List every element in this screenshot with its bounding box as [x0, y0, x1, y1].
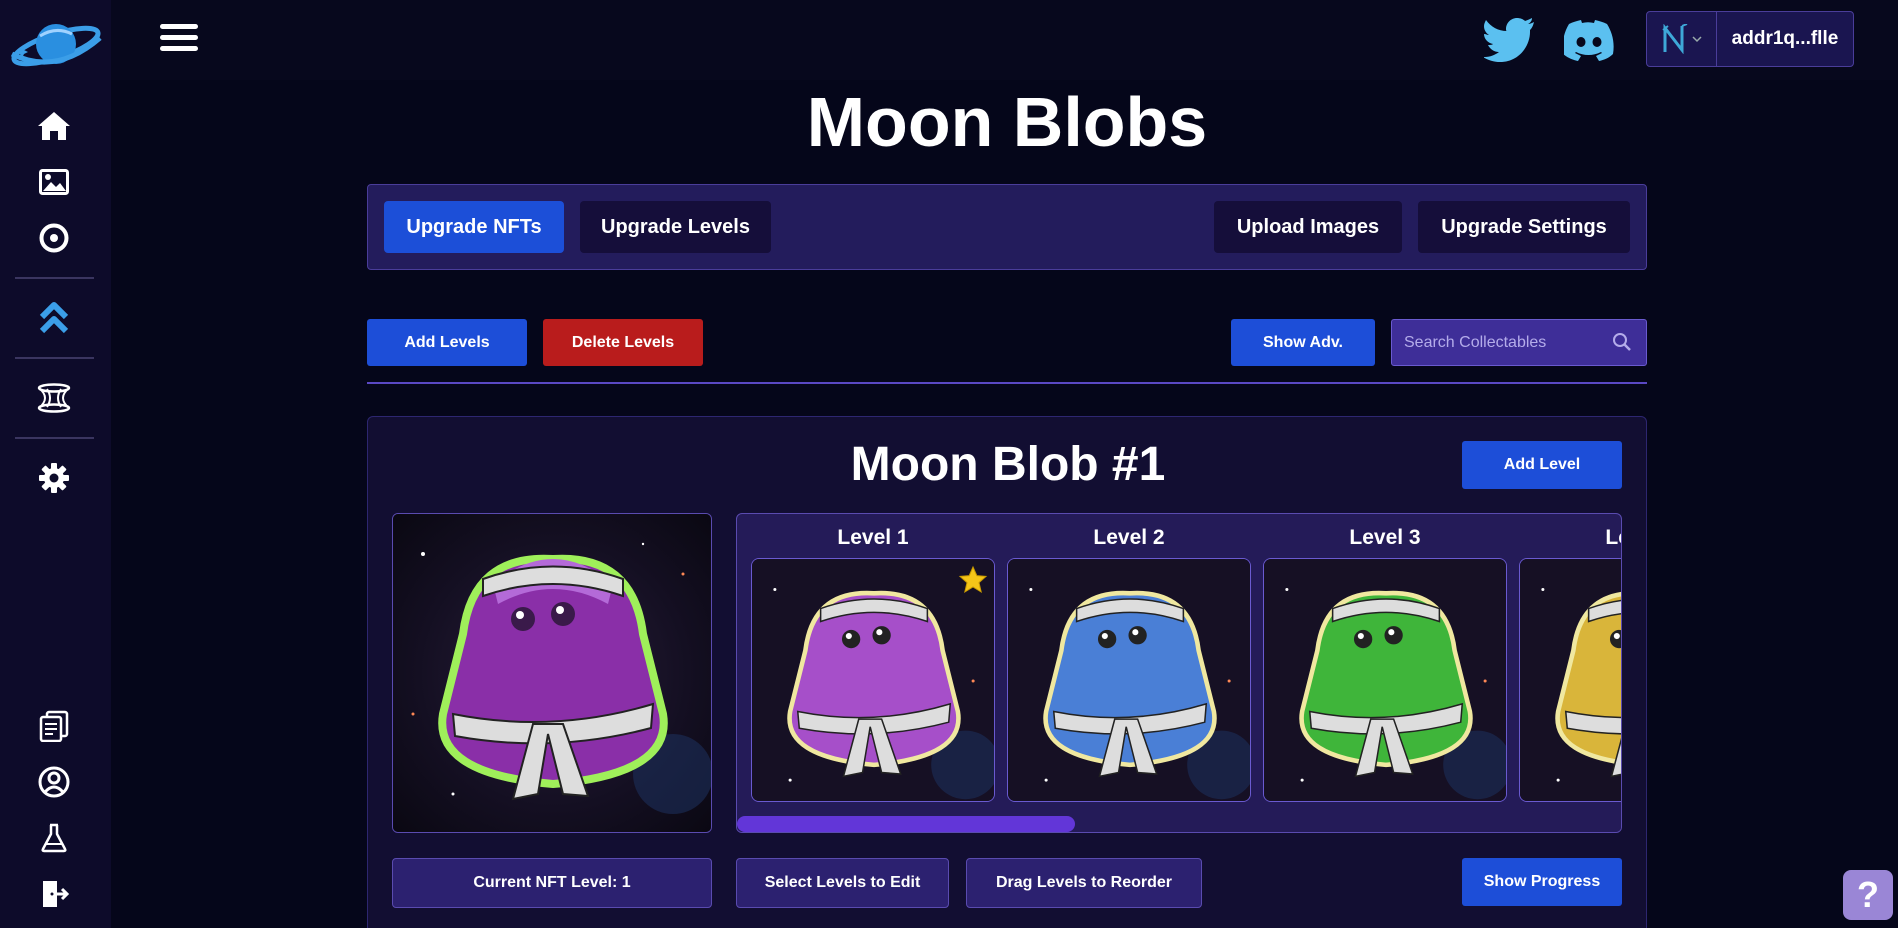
blob-character — [752, 559, 994, 801]
level-label: Level 4 — [1605, 526, 1621, 549]
home-icon[interactable] — [34, 106, 74, 146]
tab-upgrade-settings[interactable]: Upgrade Settings — [1418, 201, 1630, 253]
level-label: Level 2 — [1093, 526, 1165, 549]
level-label: Level 1 — [837, 526, 909, 549]
tab-upload-images[interactable]: Upload Images — [1214, 201, 1402, 253]
twitter-icon[interactable] — [1483, 16, 1536, 62]
chevron-down-icon — [1691, 36, 1702, 43]
level-image[interactable] — [1519, 558, 1621, 802]
search-icon[interactable] — [1612, 332, 1632, 356]
main-nft-image — [392, 513, 712, 833]
show-progress-button[interactable]: Show Progress — [1462, 858, 1622, 906]
wallet-logo — [1647, 12, 1717, 66]
delete-levels-button[interactable]: Delete Levels — [543, 319, 703, 366]
level-label: Level 3 — [1349, 526, 1421, 549]
collectable-card: Moon Blob #1 Add Level Level 1 Level 2 Lev… — [367, 416, 1647, 928]
level-item[interactable]: Level 1 — [751, 524, 995, 802]
collectable-title: Moon Blob #1 — [850, 438, 1166, 491]
image-icon[interactable] — [34, 162, 74, 202]
chevrons-up-icon[interactable] — [34, 298, 74, 338]
gear-icon[interactable] — [34, 458, 74, 498]
search-input[interactable] — [1404, 333, 1604, 352]
sidebar — [0, 0, 111, 928]
help-button[interactable]: ? — [1843, 870, 1893, 920]
blob-character — [1264, 559, 1506, 801]
user-icon[interactable] — [34, 762, 74, 802]
drag-levels-button[interactable]: Drag Levels to Reorder — [966, 858, 1202, 908]
wallet-address: addr1q...flle — [1731, 28, 1839, 49]
menu-icon[interactable] — [160, 24, 198, 54]
star-icon — [958, 565, 988, 595]
level-image[interactable] — [1007, 558, 1251, 802]
wallet-button[interactable]: addr1q...flle — [1646, 11, 1854, 67]
add-level-button[interactable]: Add Level — [1462, 441, 1622, 489]
top-bar — [111, 0, 1898, 80]
compass-icon[interactable] — [34, 218, 74, 258]
blob-character — [1520, 559, 1621, 801]
tab-upgrade-nfts[interactable]: Upgrade NFTs — [384, 201, 564, 253]
level-item[interactable]: Level 4 — [1519, 524, 1621, 802]
page-title: Moon Blobs — [806, 83, 1208, 161]
level-image[interactable] — [1263, 558, 1507, 802]
level-item[interactable]: Level 3 — [1263, 524, 1507, 802]
scrollbar-thumb[interactable] — [737, 816, 1075, 832]
add-levels-button[interactable]: Add Levels — [367, 319, 527, 366]
discord-icon[interactable] — [1562, 16, 1616, 62]
tabs-panel: Upgrade NFTs Upgrade Levels Upload Image… — [367, 184, 1647, 270]
level-image[interactable] — [751, 558, 995, 802]
blob-character — [438, 554, 668, 801]
show-adv-button[interactable]: Show Adv. — [1231, 319, 1375, 366]
documents-icon[interactable] — [34, 706, 74, 746]
current-level-indicator: Current NFT Level: 1 — [392, 858, 712, 908]
wormhole-icon[interactable] — [34, 378, 74, 418]
sidebar-divider — [15, 277, 94, 279]
divider — [367, 382, 1647, 384]
blob-character — [1008, 559, 1250, 801]
planet-logo[interactable] — [10, 16, 102, 72]
level-item[interactable]: Level 2 — [1007, 524, 1251, 802]
carousel-scrollbar[interactable] — [737, 816, 1621, 832]
sidebar-divider — [15, 357, 94, 359]
tab-upgrade-levels[interactable]: Upgrade Levels — [580, 201, 771, 253]
nami-logo-icon — [1661, 24, 1687, 54]
search-box — [1391, 319, 1647, 366]
select-levels-button[interactable]: Select Levels to Edit — [736, 858, 949, 908]
logout-icon[interactable] — [34, 874, 74, 914]
levels-carousel[interactable]: Level 1 Level 2 Level 3 Level 4 — [736, 513, 1622, 833]
sidebar-divider — [15, 437, 94, 439]
flask-icon[interactable] — [34, 818, 74, 858]
